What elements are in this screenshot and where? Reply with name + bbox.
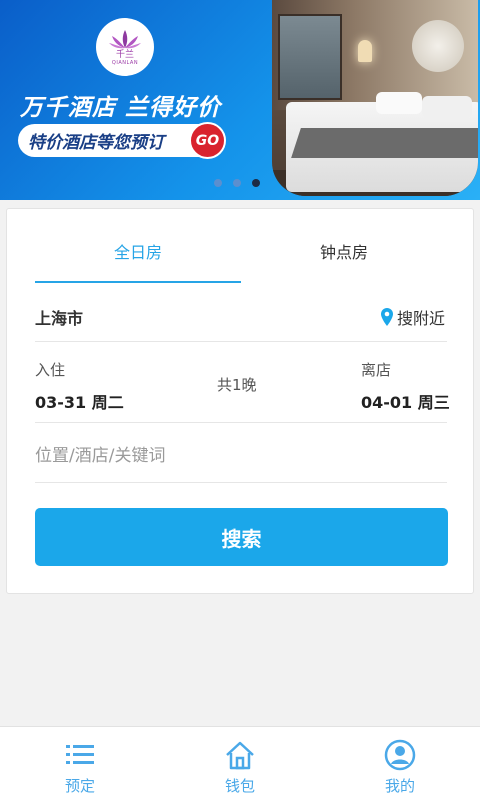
divider: [35, 422, 447, 423]
checkin-label: 入住: [35, 361, 66, 379]
hotel-room-photo: [272, 0, 478, 196]
nights-count: 共1晚: [217, 376, 257, 394]
promo-pill[interactable]: 特价酒店等您预订 GO: [18, 122, 226, 159]
checkin-date[interactable]: 03-31 周二: [35, 389, 124, 413]
tab-hourly[interactable]: 钟点房: [241, 239, 447, 263]
divider: [35, 482, 447, 483]
nearby-label: 搜附近: [396, 309, 445, 328]
keyword-search-input[interactable]: [35, 441, 447, 471]
carousel-dot-active[interactable]: [252, 179, 260, 187]
nav-label-wallet: 钱包: [224, 777, 255, 795]
bottom-tab-bar: 预定 钱包 我的: [0, 726, 480, 800]
promo-text: 特价酒店等您预订: [28, 133, 164, 153]
divider: [35, 341, 447, 342]
go-badge[interactable]: GO: [189, 122, 226, 159]
brand-logo: 千兰 QIANLAN: [96, 18, 154, 76]
nav-label-booking: 预定: [64, 777, 95, 795]
location-pin-icon: [380, 308, 393, 326]
active-tab-indicator: [35, 281, 241, 283]
nav-item-profile[interactable]: 我的: [320, 727, 480, 800]
nav-label-profile: 我的: [384, 777, 415, 795]
lotus-icon: [109, 30, 141, 49]
search-button[interactable]: 搜索: [35, 508, 448, 566]
checkout-label: 离店: [361, 361, 392, 379]
nav-item-wallet[interactable]: 钱包: [160, 727, 320, 800]
home-icon: [226, 741, 254, 770]
logo-chinese-text: 千兰: [115, 50, 134, 60]
logo-english-text: QIANLAN: [111, 60, 139, 66]
tab-full-day[interactable]: 全日房: [35, 239, 241, 263]
carousel-dot[interactable]: [214, 179, 222, 187]
list-icon: [66, 745, 94, 764]
nav-item-booking[interactable]: 预定: [0, 727, 160, 800]
carousel-indicator: [214, 179, 260, 187]
checkout-date[interactable]: 04-01 周三: [361, 389, 450, 413]
user-icon: [384, 739, 416, 771]
banner-slogan: 万千酒店 兰得好价: [20, 95, 222, 121]
promo-banner[interactable]: 千兰 QIANLAN 万千酒店 兰得好价 特价酒店等您预订 GO: [0, 0, 480, 200]
search-nearby-button[interactable]: 搜附近: [380, 305, 445, 329]
booking-card: 全日房 钟点房 上海市 搜附近 入住 03-31 周二 共1晚 离店 04-01…: [6, 208, 474, 594]
carousel-dot[interactable]: [233, 179, 241, 187]
